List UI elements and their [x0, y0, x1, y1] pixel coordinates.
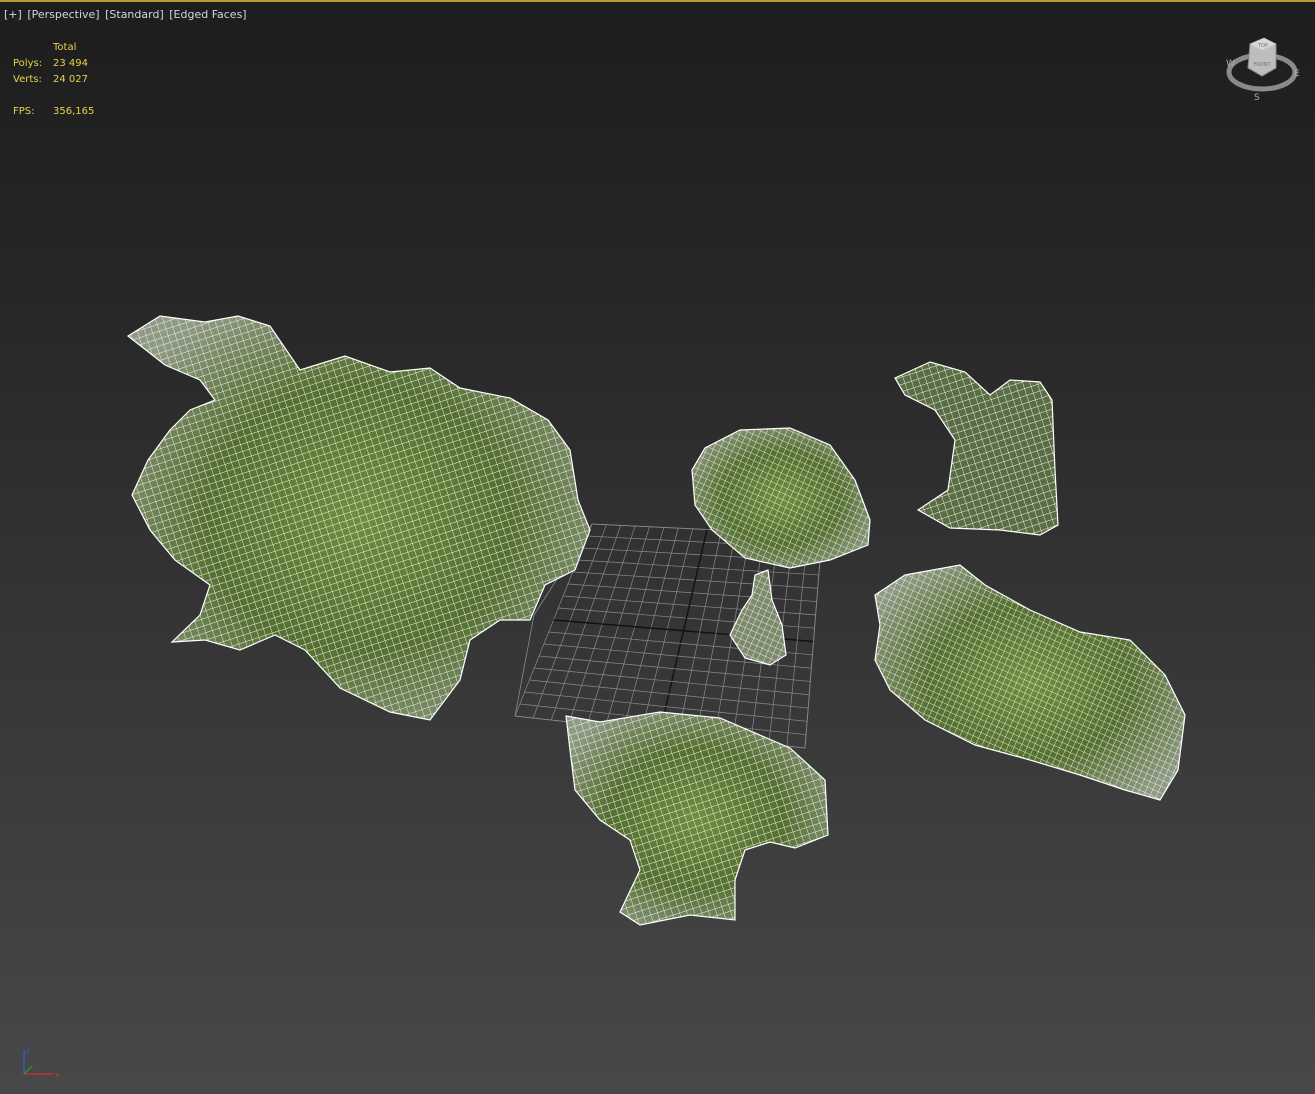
tall-rock[interactable]	[894, 361, 1059, 536]
verts-label: Verts:	[13, 74, 42, 85]
viewport-plus-menu[interactable]: [+]	[4, 8, 22, 21]
flat-rock[interactable]	[874, 564, 1186, 801]
viewport-standard-menu[interactable]: [Standard]	[105, 8, 164, 21]
viewport-pov-menu[interactable]: [Perspective]	[27, 8, 99, 21]
compass-west[interactable]: W	[1226, 59, 1235, 69]
grid-line	[529, 679, 809, 709]
small-rock[interactable]	[729, 569, 787, 666]
viewcube-top-label: TOP	[1257, 43, 1268, 49]
viewport-statistics: Total Polys: 23 494 Verts: 24 027 FPS: 356,…	[13, 40, 94, 120]
y-axis-line	[23, 1065, 33, 1075]
compass-east[interactable]: E	[1294, 69, 1300, 79]
viewport-scene[interactable]	[0, 0, 1315, 1094]
fps-label: FPS:	[13, 106, 35, 117]
z-axis-label: z	[26, 1047, 30, 1055]
grid-line	[534, 667, 810, 696]
verts-value: 24 027	[53, 74, 88, 85]
grid-line	[695, 530, 737, 737]
bottom-rock[interactable]	[565, 711, 829, 926]
fps-value: 356,165	[53, 106, 95, 117]
round-rock[interactable]	[691, 427, 871, 569]
polys-label: Polys:	[13, 58, 43, 69]
large-rock[interactable]	[126, 315, 591, 721]
viewcube[interactable]: TOP FRONT W E S	[1222, 34, 1302, 104]
viewcube-front-label: FRONT	[1253, 62, 1271, 68]
x-axis-label: x	[55, 1071, 59, 1079]
viewport-shading-menu[interactable]: [Edged Faces]	[169, 8, 246, 21]
axis-tripod: x z	[23, 1047, 59, 1079]
polys-value: 23 494	[53, 58, 88, 69]
compass-south[interactable]: S	[1254, 93, 1260, 103]
stats-header: Total	[53, 42, 77, 53]
viewport-label-menu: [+] [Perspective] [Standard] [Edged Face…	[4, 8, 249, 21]
